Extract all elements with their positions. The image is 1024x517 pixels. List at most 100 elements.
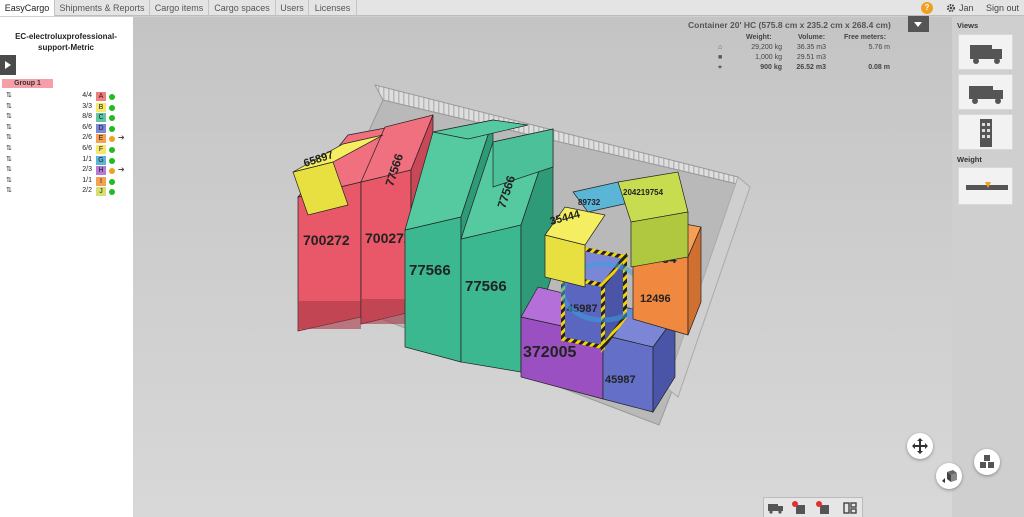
- play-icon: [5, 61, 11, 69]
- 3d-viewport[interactable]: 700272 700272 65897 77566 77566 77566 77…: [133, 17, 952, 517]
- stack-arrows-icon: ⇅: [6, 187, 12, 195]
- status-dot-icon: [109, 189, 115, 196]
- gear-icon[interactable]: [946, 0, 956, 16]
- volume-value: 36.35 m3: [796, 44, 826, 51]
- box-label: 45987: [605, 374, 636, 386]
- group-letter-badge: E: [96, 134, 106, 144]
- no-tilt-icon: [816, 501, 829, 514]
- move-arrows-icon: [912, 438, 928, 454]
- tab-cargo-spaces[interactable]: Cargo spaces: [209, 0, 276, 16]
- status-dot-icon: [109, 136, 115, 143]
- arrow-right-icon[interactable]: ➔: [118, 133, 125, 143]
- free-meters-header: Free meters:: [844, 34, 887, 41]
- group-letter-badge: I: [96, 176, 106, 186]
- group-row[interactable]: ⇅ 2/3 H ➔: [0, 165, 133, 176]
- project-title: EC-electroluxprofessional-support-Metric: [15, 32, 117, 52]
- group-list: ⇅ 4/4 A ⇅ 3/3 B ⇅ 8/8 C ⇅ 6/6 D ⇅ 2/6 E ➔ ⇅ 6/6 F ⇅ 1/1 G ⇅ 2/3…: [0, 91, 133, 197]
- status-dot-icon: [109, 94, 115, 100]
- weight-distribution-button[interactable]: [958, 167, 1013, 205]
- no-stack-icon: [792, 501, 805, 514]
- stack-arrows-icon: ⇅: [6, 92, 12, 99]
- group-letter-badge: A: [96, 92, 106, 101]
- stack-arrows-icon: ⇅: [6, 134, 12, 142]
- group-count: 6/6: [82, 144, 92, 152]
- volume-header: Volume:: [798, 34, 826, 41]
- no-tilt-button[interactable]: [815, 501, 833, 515]
- group-row[interactable]: ⇅ 8/8 C: [0, 112, 133, 123]
- box-rotate-icon: [942, 470, 957, 483]
- box-label: 700272: [303, 232, 350, 248]
- group-count: 1/1: [82, 155, 92, 163]
- group-row[interactable]: ⇅ 1/1 I: [0, 176, 133, 187]
- box-label: 204219754: [623, 188, 664, 197]
- user-name[interactable]: Jan: [959, 0, 974, 16]
- weight-label: Weight: [957, 155, 982, 164]
- weight-value: 900 kg: [760, 64, 782, 71]
- group-row[interactable]: ⇅ 6/6 F: [0, 144, 133, 155]
- box-label: 77566: [409, 262, 451, 279]
- box-label: 372005: [523, 344, 576, 361]
- group-row[interactable]: ⇅ 3/3 B: [0, 102, 133, 113]
- rotate-box-button[interactable]: [936, 463, 962, 489]
- panel-toggle-button[interactable]: [0, 55, 16, 75]
- move-button[interactable]: [907, 433, 933, 459]
- truck-side-icon: [970, 45, 1002, 64]
- stats-row: ■ 1,000 kg 29.51 m3: [688, 54, 908, 64]
- view-perspective-button[interactable]: [958, 74, 1013, 110]
- stack-arrows-icon: ⇅: [6, 155, 12, 163]
- weight-value: 1,000 kg: [755, 54, 782, 61]
- free-meters-value: 0.08 m: [868, 64, 890, 71]
- group-row[interactable]: ⇅ 1/1 G: [0, 155, 133, 166]
- weight-value: 29,200 kg: [751, 44, 782, 51]
- stack-arrows-icon: ⇅: [6, 113, 12, 121]
- tab-licenses[interactable]: Licenses: [309, 0, 357, 16]
- stack-arrows-icon: ⇅: [6, 166, 12, 174]
- group-letter-badge: B: [96, 102, 106, 112]
- truck-view-button[interactable]: [767, 501, 785, 515]
- truck-perspective-icon: [969, 86, 1003, 104]
- tab-users[interactable]: Users: [276, 0, 309, 16]
- help-icon[interactable]: ?: [921, 2, 933, 14]
- group-header[interactable]: Group 1: [2, 79, 53, 88]
- group-letter-badge: D: [96, 123, 106, 133]
- auto-arrange-button[interactable]: [974, 449, 1000, 475]
- group-letter-badge: G: [96, 155, 106, 165]
- chevron-down-icon: [914, 22, 922, 27]
- box-label: 89732: [578, 198, 601, 207]
- view-top-button[interactable]: [958, 114, 1013, 150]
- arrow-right-icon[interactable]: ➔: [118, 165, 125, 175]
- stats-dropdown-button[interactable]: [908, 16, 929, 32]
- tab-cargo-items[interactable]: Cargo items: [150, 0, 209, 16]
- view-side-button[interactable]: [958, 34, 1013, 70]
- group-row[interactable]: ⇅ 2/6 E ➔: [0, 133, 133, 144]
- stack-arrows-icon: ⇅: [6, 176, 12, 184]
- group-letter-badge: C: [96, 113, 106, 123]
- group-row[interactable]: ⇅ 2/2 J: [0, 186, 133, 197]
- weight-header: Weight:: [746, 34, 772, 41]
- group-count: 2/6: [82, 134, 92, 142]
- weight-marker-icon: [985, 182, 991, 188]
- stack-arrows-icon: ⇅: [6, 123, 12, 131]
- no-stack-button[interactable]: [791, 501, 809, 515]
- group-row[interactable]: ⇅ 4/4 A: [0, 91, 133, 102]
- group-count: 2/3: [82, 166, 92, 174]
- tab-shipments-reports[interactable]: Shipments & Reports: [55, 0, 150, 16]
- bottom-toolbar: [763, 497, 863, 517]
- status-dot-icon: [109, 157, 115, 164]
- group-letter-badge: F: [96, 144, 106, 154]
- tab-easycargo[interactable]: EasyCargo: [0, 0, 55, 16]
- group-count: 3/3: [82, 102, 92, 110]
- group-count: 6/6: [82, 123, 92, 131]
- layout-button[interactable]: [841, 501, 859, 515]
- group-count: 1/1: [82, 176, 92, 184]
- left-panel: EC-electroluxprofessional-support-Metric…: [0, 17, 133, 517]
- stack-arrows-icon: ⇅: [6, 144, 12, 152]
- group-letter-badge: H: [96, 166, 106, 176]
- stats-row: ⌂ 29,200 kg 36.35 m3 5.76 m: [688, 44, 908, 54]
- group-row[interactable]: ⇅ 6/6 D: [0, 123, 133, 134]
- status-dot-icon: [109, 168, 115, 175]
- sign-out-link[interactable]: Sign out: [986, 0, 1019, 16]
- group-count: 4/4: [82, 92, 92, 99]
- views-label: Views: [957, 21, 979, 30]
- right-panel: Views Weight: [952, 17, 1024, 217]
